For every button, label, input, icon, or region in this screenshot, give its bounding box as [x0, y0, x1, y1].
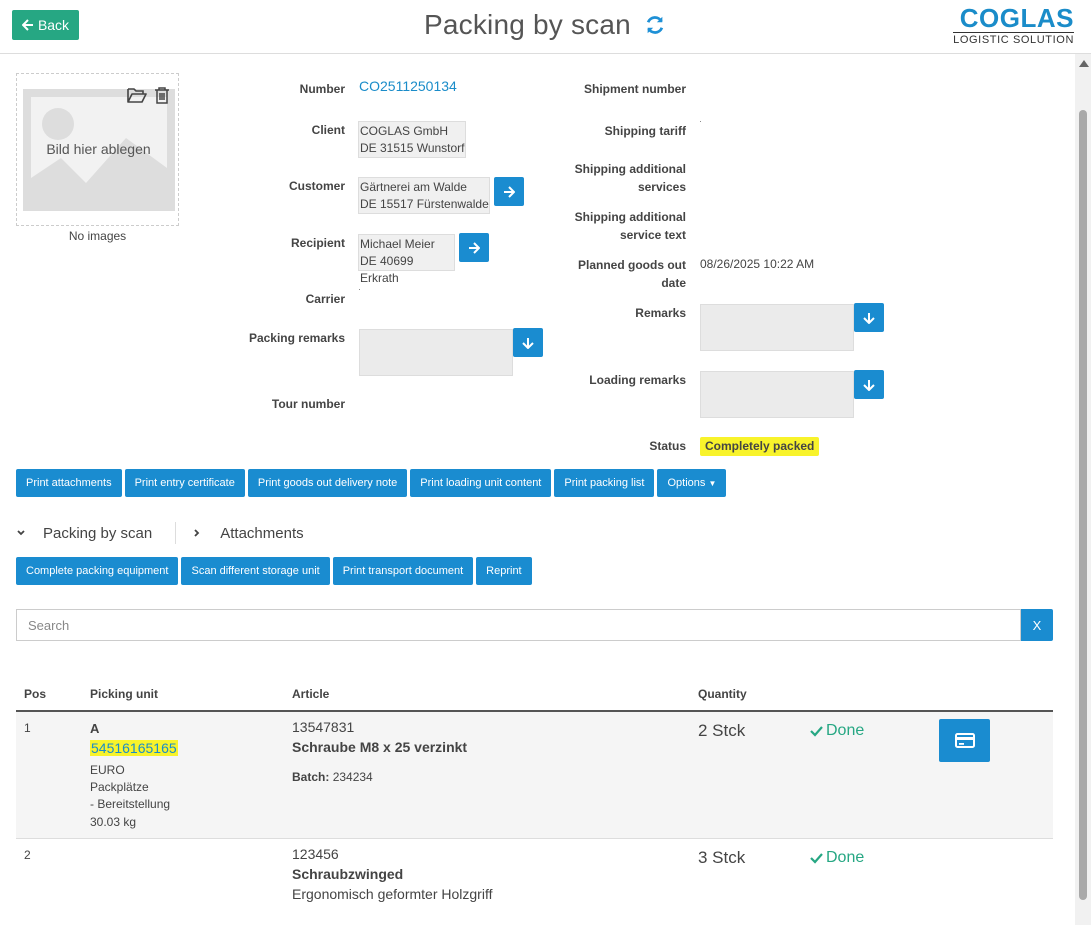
status-label: Status	[649, 439, 686, 453]
print-transport-document-button[interactable]: Print transport document	[332, 557, 474, 585]
chevron-right-icon	[194, 529, 200, 537]
number-label: Number	[299, 82, 345, 96]
arrow-down-icon	[863, 312, 875, 324]
col-header-quantity: Quantity	[698, 687, 747, 701]
col-header-picking-unit: Picking unit	[90, 687, 159, 701]
row-quantity: 2 Stck	[698, 721, 746, 740]
payment-card-button[interactable]	[939, 719, 990, 762]
customer-open-button[interactable]	[494, 177, 524, 206]
print-actions-toolbar: Print attachments Print entry certificat…	[16, 469, 727, 497]
recipient-label: Recipient	[290, 236, 345, 250]
packing-remarks-field[interactable]	[359, 329, 513, 376]
loading-remarks-field[interactable]	[700, 371, 854, 418]
arrow-down-icon	[522, 337, 534, 349]
arrow-right-icon	[504, 185, 515, 198]
carrier-value: ·	[358, 284, 361, 294]
tab-packing-by-scan[interactable]: Packing by scan	[16, 525, 152, 542]
packing-remarks-expand-button[interactable]	[513, 328, 543, 357]
row-status: Done	[810, 849, 864, 867]
article-description: Ergonomisch geformter Holzgriff	[292, 886, 493, 902]
refresh-icon[interactable]	[644, 14, 666, 36]
article-name: Schraube M8 x 25 verzinkt	[292, 739, 468, 755]
back-button[interactable]: Back	[12, 10, 79, 40]
chevron-down-icon	[17, 530, 25, 536]
carrier-label: Carrier	[305, 292, 345, 306]
recipient-open-button[interactable]	[459, 233, 489, 262]
table-row	[16, 712, 1053, 839]
picking-unit-barcode[interactable]: 54516165165	[90, 740, 178, 756]
print-loading-unit-content-button[interactable]: Print loading unit content	[410, 469, 552, 497]
planned-goods-out-value: 08/26/2025 10:22 AM	[700, 257, 815, 271]
col-header-article: Article	[292, 687, 330, 701]
loading-remarks-expand-button[interactable]	[854, 370, 884, 399]
credit-card-icon	[954, 733, 975, 748]
print-goods-out-delivery-note-button[interactable]: Print goods out delivery note	[247, 469, 408, 497]
caret-down-icon: ▼	[708, 479, 717, 488]
no-images-text: No images	[68, 229, 127, 243]
row-quantity: 3 Stck	[698, 848, 746, 867]
check-icon	[810, 726, 823, 737]
shipping-tariff-label: Shipping tariff	[604, 124, 686, 138]
client-value: COGLAS GmbH DE 31515 Wunstorf	[358, 121, 466, 158]
print-entry-certificate-button[interactable]: Print entry certificate	[124, 469, 245, 497]
scroll-up-icon[interactable]	[1079, 60, 1089, 67]
loading-remarks-label: Loading remarks	[589, 373, 686, 387]
scan-actions-toolbar: Complete packing equipment Scan differen…	[16, 557, 532, 585]
article-name: Schraubzwinged	[292, 866, 404, 882]
picking-unit-weight: 30.03 kg	[90, 815, 137, 829]
remarks-field[interactable]	[700, 304, 854, 351]
company-logo: COGLAS LOGISTIC SOLUTION	[953, 3, 1074, 46]
article-number: 13547831	[292, 719, 355, 735]
remarks-expand-button[interactable]	[854, 303, 884, 332]
app-header: Back Packing by scan COGLAS LOGISTIC SOL…	[0, 0, 1091, 54]
customer-value: Gärtnerei am Walde DE 15517 Fürstenwalde	[358, 177, 490, 214]
print-packing-list-button[interactable]: Print packing list	[554, 469, 655, 497]
shipping-tariff-value: ·	[699, 116, 702, 126]
trash-icon[interactable]	[154, 86, 170, 104]
scroll-thumb[interactable]	[1079, 110, 1087, 900]
client-label: Client	[311, 123, 345, 137]
number-link[interactable]: CO2511250134	[359, 78, 457, 95]
tab-attachments[interactable]: Attachments	[192, 525, 304, 542]
folder-open-icon[interactable]	[127, 86, 147, 104]
packing-remarks-label: Packing remarks	[248, 331, 345, 345]
shipment-number-label: Shipment number	[583, 82, 686, 96]
shipping-additional-text-label: Shipping additional service text	[574, 210, 686, 242]
remarks-label: Remarks	[635, 306, 686, 320]
planned-goods-out-label: Planned goods out date	[578, 258, 686, 290]
search-input[interactable]	[16, 609, 1021, 641]
back-label: Back	[37, 17, 70, 33]
options-dropdown-button[interactable]: Options ▼	[657, 469, 727, 497]
print-attachments-button[interactable]: Print attachments	[16, 469, 122, 497]
reprint-button[interactable]: Reprint	[476, 557, 532, 585]
scrollbar[interactable]	[1075, 54, 1091, 925]
status-badge: Completely packed	[700, 437, 820, 456]
dropzone-text: Bild hier ablegen	[46, 141, 151, 157]
shipping-additional-services-label: Shipping additional services	[574, 162, 686, 194]
article-batch: Batch: 234234	[292, 770, 373, 784]
arrow-down-icon	[863, 379, 875, 391]
tour-number-label: Tour number	[271, 397, 345, 411]
article-number: 123456	[292, 846, 339, 862]
recipient-value: Michael Meier DE 40699 Erkrath	[358, 234, 455, 285]
arrow-right-icon	[469, 241, 480, 254]
col-header-pos: Pos	[24, 687, 47, 701]
picking-unit-location: Packplätze - Bereitstellung	[90, 780, 171, 811]
page-title: Packing by scan	[424, 9, 631, 40]
complete-packing-equipment-button[interactable]: Complete packing equipment	[16, 557, 179, 585]
row-status: Done	[810, 722, 864, 740]
section-tabs: Packing by scan Attachments	[16, 522, 304, 544]
scan-different-storage-unit-button[interactable]: Scan different storage unit	[181, 557, 330, 585]
row-pos: 2	[24, 848, 31, 862]
search-clear-button[interactable]: X	[1021, 609, 1053, 641]
check-icon	[810, 853, 823, 864]
arrow-left-icon	[21, 19, 33, 31]
picking-unit-type: EURO	[90, 763, 125, 777]
customer-label: Customer	[288, 179, 345, 193]
image-dropzone[interactable]: Bild hier ablegen	[16, 73, 179, 226]
picking-unit-code: A	[90, 721, 100, 736]
row-pos: 1	[24, 721, 31, 735]
